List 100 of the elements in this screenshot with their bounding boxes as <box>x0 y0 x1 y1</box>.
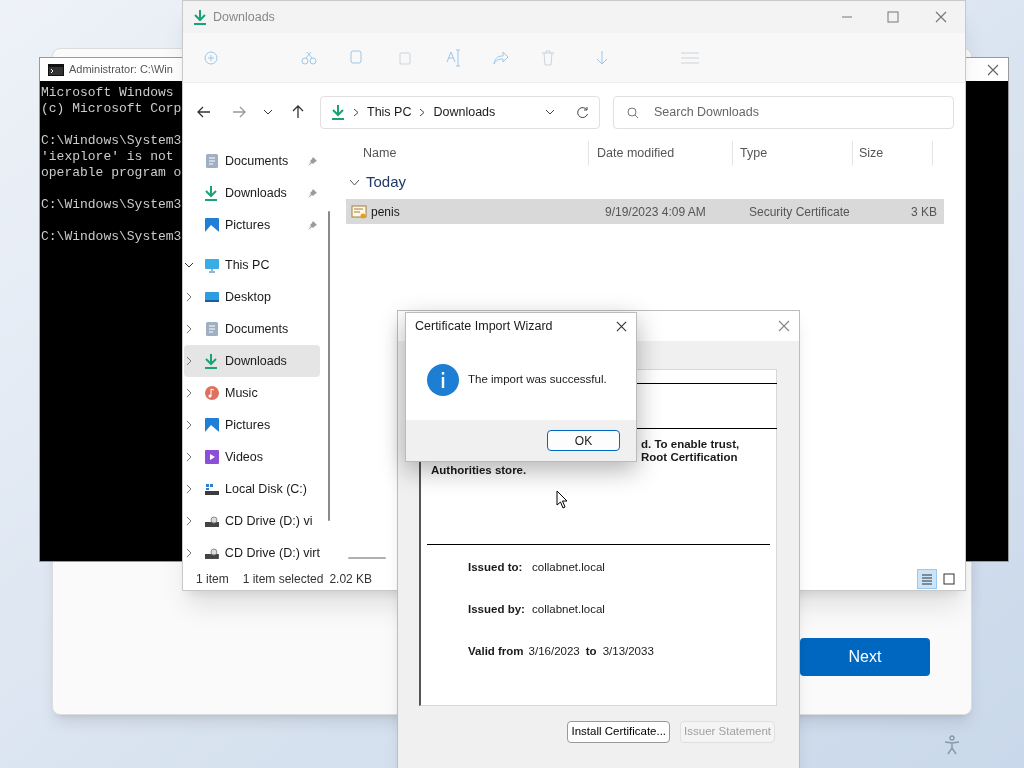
chevron-right-icon[interactable] <box>184 420 194 430</box>
message-line: Root Certification <box>641 451 738 464</box>
nav-item[interactable]: Music <box>184 377 320 409</box>
nav-item[interactable]: CD Drive (D:) vi <box>184 505 320 537</box>
list-icon <box>919 571 935 587</box>
console-line: C:\Windows\System3 <box>41 133 182 149</box>
field-label: Valid from <box>468 644 524 660</box>
picture-icon <box>204 217 220 233</box>
field-value: 3/16/2023 <box>528 644 580 660</box>
field-label: Issued by: <box>468 602 526 618</box>
picture-icon <box>204 417 220 433</box>
forward-icon[interactable] <box>232 106 246 118</box>
date-cell-text: 9/19/2023 4:09 AM <box>605 203 707 221</box>
console-line: Microsoft Windows <box>41 85 174 101</box>
nav-item[interactable]: Videos <box>184 441 320 473</box>
nav-item[interactable]: Downloads <box>184 345 320 377</box>
details-view-button[interactable] <box>917 569 937 589</box>
drive-icon <box>204 481 220 497</box>
chevron-down-icon[interactable] <box>349 179 360 186</box>
nav-item[interactable]: Local Disk (C:) <box>184 473 320 505</box>
info-icon <box>427 364 459 396</box>
chevron-down-icon[interactable] <box>184 260 194 270</box>
console-line: C:\Windows\System3 <box>41 229 182 245</box>
back-icon[interactable] <box>197 106 211 118</box>
item-count: 1 item <box>196 571 229 588</box>
size-cell-text: 3 KB <box>910 203 937 221</box>
music-icon <box>204 385 220 401</box>
window-title: Downloads <box>213 8 275 26</box>
column-header[interactable]: Size <box>859 144 884 163</box>
download-icon <box>204 185 220 201</box>
chevron-right-icon[interactable] <box>184 324 194 334</box>
chevron-right-icon <box>419 107 426 117</box>
accessibility-icon[interactable] <box>943 735 961 755</box>
nav-item[interactable]: This PC <box>184 249 320 281</box>
certificate-icon <box>351 203 367 220</box>
nav-item[interactable]: Pictures <box>184 409 320 441</box>
square-icon <box>941 571 957 587</box>
chevron-right-icon[interactable] <box>184 292 194 302</box>
scrollbar[interactable] <box>328 211 330 521</box>
dialog-message: The import was successful. <box>468 372 607 388</box>
maximize-icon[interactable] <box>887 11 899 23</box>
download-icon <box>193 9 207 25</box>
column-header[interactable]: Type <box>740 144 768 163</box>
selection-count: 1 item selected <box>242 571 324 588</box>
document-icon <box>204 321 220 337</box>
chevron-right-icon[interactable] <box>184 356 194 366</box>
breadcrumb[interactable]: Downloads <box>433 102 496 122</box>
monitor-icon <box>204 257 220 273</box>
address-bar[interactable]: This PC Downloads <box>320 95 600 129</box>
breadcrumb[interactable]: This PC <box>367 102 412 122</box>
document-icon <box>204 153 220 169</box>
column-header[interactable]: Name <box>363 144 397 163</box>
console-line: 'iexplore' is not <box>41 149 174 165</box>
field-label: Issued to: <box>468 560 524 576</box>
pin-icon[interactable] <box>307 155 318 167</box>
console-line: (c) Microsoft Corp <box>41 101 182 117</box>
message-line: d. To enable trust, <box>641 438 740 451</box>
nav-item[interactable]: Desktop <box>184 281 320 313</box>
drive-icon <box>204 513 220 529</box>
video-icon <box>204 449 220 465</box>
search-icon <box>627 106 639 119</box>
column-header[interactable]: Date modified <box>597 144 675 163</box>
ok-button[interactable]: OK <box>547 430 620 451</box>
console-icon <box>48 63 64 76</box>
chevron-right-icon[interactable] <box>184 388 194 398</box>
group-header[interactable]: Today <box>366 171 407 194</box>
field-value: 3/13/2033 <box>602 644 654 660</box>
chevron-right-icon <box>353 107 359 117</box>
next-button[interactable]: Next <box>800 638 930 676</box>
console-line: operable program o <box>41 165 182 181</box>
nav-item[interactable]: CD Drive (D:) virt <box>184 537 320 569</box>
pin-icon[interactable] <box>307 187 318 199</box>
console-line: C:\Windows\System3 <box>41 197 182 213</box>
message-line: Authorities store. <box>431 464 527 477</box>
refresh-icon[interactable] <box>576 105 589 119</box>
field-label: to <box>585 644 597 660</box>
field-value: collabnet.local <box>532 602 605 618</box>
chevron-down-icon[interactable] <box>263 109 273 115</box>
drive-icon <box>204 545 220 561</box>
nav-item[interactable]: Downloads <box>184 177 320 209</box>
dialog-button[interactable]: Install Certificate... <box>567 721 671 743</box>
file-row[interactable]: penis 9/19/2023 4:09 AM Security Certificate 3 KB <box>346 199 944 224</box>
cursor-icon <box>556 490 568 509</box>
close-icon[interactable] <box>616 321 627 332</box>
scrollbar[interactable] <box>348 557 386 559</box>
chevron-down-icon[interactable] <box>545 109 555 115</box>
nav-item[interactable]: Pictures <box>184 209 320 241</box>
pin-icon[interactable] <box>307 219 318 231</box>
nav-item[interactable]: Documents <box>184 145 320 177</box>
nav-item[interactable]: Documents <box>184 313 320 345</box>
up-icon[interactable] <box>292 105 304 119</box>
chevron-right-icon[interactable] <box>184 516 194 526</box>
download-icon <box>204 353 220 369</box>
chevron-right-icon[interactable] <box>184 484 194 494</box>
desktop-icon <box>204 289 220 305</box>
chevron-right-icon[interactable] <box>184 548 194 558</box>
chevron-right-icon[interactable] <box>184 452 194 462</box>
search-field[interactable]: Search Downloads <box>613 95 954 129</box>
window-title: Administrator: C:\Win <box>69 62 173 78</box>
close-icon[interactable] <box>987 63 999 76</box>
